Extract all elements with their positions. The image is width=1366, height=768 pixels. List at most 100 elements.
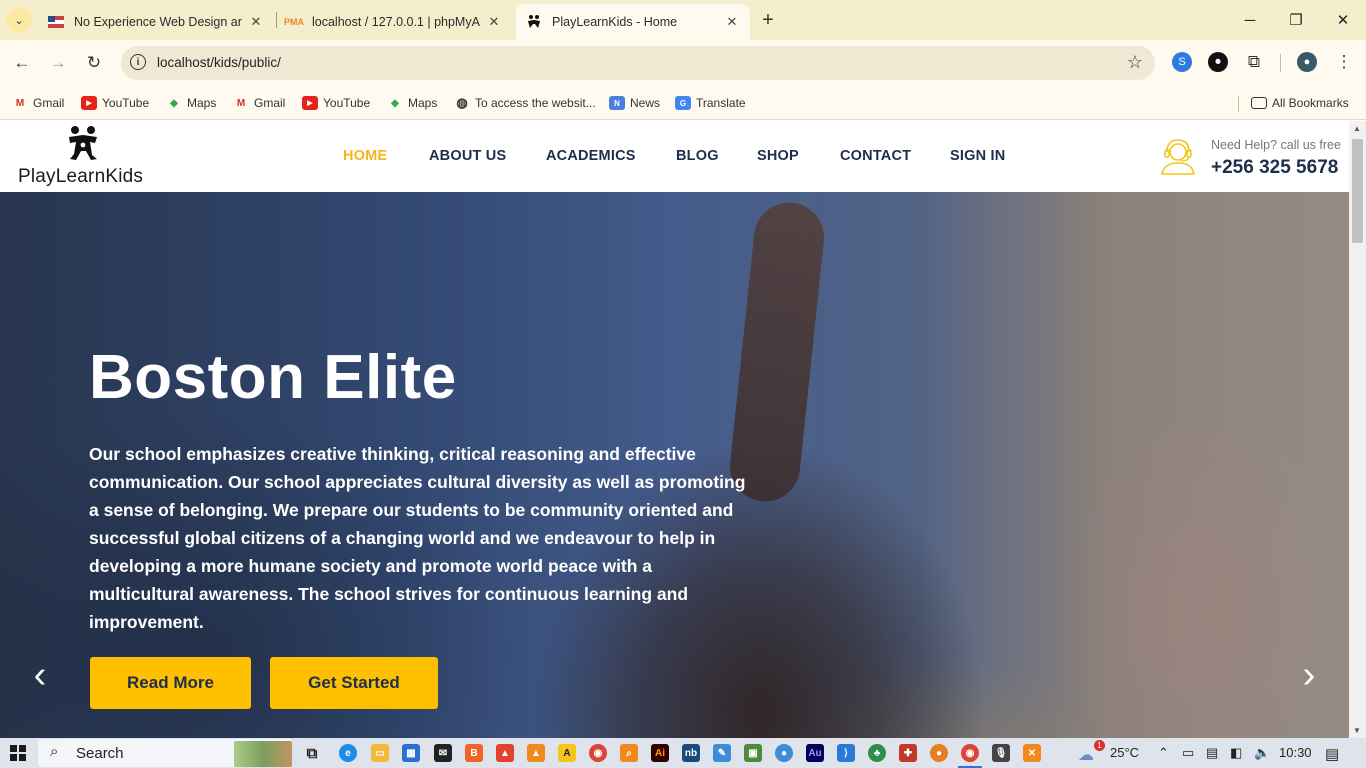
help-phone[interactable]: +256 325 5678 — [1211, 157, 1338, 179]
vlc-icon[interactable]: ▲ — [527, 744, 545, 762]
bookmark-star-icon[interactable]: ☆ — [1127, 52, 1143, 73]
toolbar-separator — [1280, 54, 1281, 72]
chrome-icon[interactable]: ◉ — [589, 744, 607, 762]
site-logo[interactable]: PlayLearnKids — [18, 125, 154, 187]
kids-logo-icon — [69, 126, 97, 160]
app-blue-icon[interactable]: nb — [682, 744, 700, 762]
nav-sign-in[interactable]: SIGN IN — [950, 148, 1005, 164]
profile-avatar-icon[interactable]: ● — [1297, 52, 1317, 72]
page-scrollbar[interactable]: ▲ ▼ — [1349, 121, 1366, 738]
nav-contact[interactable]: CONTACT — [840, 148, 911, 164]
app-orange-icon[interactable]: B — [465, 744, 483, 762]
volume-icon[interactable]: 🔈 — [1254, 745, 1270, 761]
app-red-icon[interactable]: ✚ — [899, 744, 917, 762]
tab-playlearnkids[interactable]: PlayLearnKids - Home ✕ — [516, 4, 750, 40]
all-bookmarks[interactable]: All Bookmarks — [1251, 94, 1349, 112]
nav-blog[interactable]: BLOG — [676, 148, 719, 164]
weather-icon[interactable]: ☁ — [1078, 745, 1094, 765]
address-bar[interactable]: i localhost/kids/public/ ☆ — [121, 46, 1155, 80]
xampp-icon[interactable]: ✕ — [1023, 744, 1041, 762]
bookmark-news[interactable]: N News — [609, 94, 660, 112]
tray-chevron-up-icon[interactable]: ⌃ — [1158, 745, 1169, 761]
tab-web-design[interactable]: No Experience Web Design and ✕ — [38, 4, 274, 40]
read-more-button[interactable]: Read More — [90, 657, 251, 709]
bookmark-gmail-2[interactable]: M Gmail — [233, 94, 286, 112]
tab-search-chevron-icon[interactable]: ⌄ — [6, 7, 32, 33]
store-icon[interactable]: ▦ — [402, 744, 420, 762]
app-leaf-icon[interactable]: ♣ — [868, 744, 886, 762]
youtube-icon: ▶ — [81, 96, 97, 110]
bookmark-label: Maps — [187, 96, 217, 110]
tab-title: No Experience Web Design and — [74, 15, 242, 29]
app-circle-icon[interactable]: ● — [775, 744, 793, 762]
nav-about-us[interactable]: ABOUT US — [429, 148, 506, 164]
brave-icon[interactable]: ▲ — [496, 744, 514, 762]
close-tab-icon[interactable]: ✕ — [486, 14, 502, 30]
close-tab-icon[interactable]: ✕ — [724, 14, 740, 30]
phpmyadmin-favicon-icon: PMA — [284, 17, 304, 27]
minimize-icon[interactable]: ─ — [1238, 8, 1262, 32]
shazam-extension-icon[interactable]: S — [1172, 52, 1192, 72]
edge-icon[interactable]: e — [339, 744, 357, 762]
mail-icon[interactable]: ✉ — [434, 744, 452, 762]
task-view-icon[interactable]: ⧉ — [303, 744, 321, 762]
site-info-icon[interactable]: i — [130, 54, 146, 70]
nav-shop[interactable]: SHOP — [757, 148, 799, 164]
weather-temperature[interactable]: 25°C — [1110, 745, 1139, 760]
app-lightblue-icon[interactable]: ✎ — [713, 744, 731, 762]
chrome-active-icon[interactable]: ◉ — [958, 744, 982, 768]
close-tab-icon[interactable]: ✕ — [248, 14, 264, 30]
get-started-button[interactable]: Get Started — [270, 657, 438, 709]
close-window-icon[interactable]: ✕ — [1331, 8, 1355, 32]
recorder-icon[interactable]: 🎙 — [992, 744, 1010, 762]
notifications-icon[interactable]: ▤ — [1325, 745, 1339, 763]
scroll-up-arrow-icon[interactable]: ▲ — [1353, 124, 1361, 133]
bookmark-maps[interactable]: ◆ Maps — [166, 94, 216, 112]
hero-title: Boston Elite — [89, 343, 457, 412]
search-highlight-image — [234, 741, 292, 767]
taskbar-search[interactable]: ⌕ Search — [38, 739, 292, 767]
bookmark-maps-2[interactable]: ◆ Maps — [387, 94, 437, 112]
illustrator-icon[interactable]: Ai — [651, 744, 669, 762]
search-app-icon[interactable]: ⌕ — [620, 744, 638, 762]
vscode-icon[interactable]: ⟩ — [837, 744, 855, 762]
audition-icon[interactable]: Au — [806, 744, 824, 762]
logo-text: PlayLearnKids — [18, 166, 144, 187]
extension-dark-icon[interactable]: ⏺ — [1208, 52, 1228, 72]
app-green-icon[interactable]: ▣ — [744, 744, 762, 762]
slider-prev-arrow-icon[interactable]: ‹ — [25, 654, 55, 696]
network-icon[interactable]: ▤ — [1206, 745, 1218, 761]
slider-next-arrow-icon[interactable]: › — [1294, 654, 1324, 696]
bookmark-translate[interactable]: G Translate — [675, 94, 746, 112]
bookmark-access-website[interactable]: ◍ To access the websit... — [454, 94, 595, 112]
menu-kebab-icon[interactable]: ⋮ — [1334, 52, 1354, 72]
battery-icon[interactable]: ▭ — [1182, 745, 1194, 761]
tab-phpmyadmin[interactable]: PMA localhost / 127.0.0.1 | phpMyAd ✕ — [276, 4, 512, 40]
scrollbar-thumb[interactable] — [1352, 139, 1363, 243]
bookmark-youtube[interactable]: ▶ YouTube — [81, 94, 149, 112]
all-bookmarks-label: All Bookmarks — [1272, 96, 1349, 110]
windows-start-icon[interactable] — [10, 745, 26, 761]
bookmark-label: YouTube — [323, 96, 371, 110]
clock-time[interactable]: 10:30 — [1279, 745, 1312, 760]
nav-academics[interactable]: ACADEMICS — [546, 148, 636, 164]
app-fire-icon[interactable]: ● — [930, 744, 948, 762]
gmail-icon: M — [236, 97, 246, 109]
url-text[interactable]: localhost/kids/public/ — [157, 55, 281, 70]
new-tab-plus-icon[interactable]: + — [757, 9, 779, 31]
scroll-down-arrow-icon[interactable]: ▼ — [1353, 726, 1361, 735]
help-text: Need Help? call us free — [1211, 138, 1341, 152]
back-arrow-icon[interactable]: ← — [10, 51, 34, 75]
file-explorer-icon[interactable]: ▭ — [371, 744, 389, 762]
bookmark-label: News — [630, 96, 661, 110]
camera-icon[interactable]: ◧ — [1230, 745, 1242, 761]
maps-icon: ◆ — [391, 97, 399, 109]
forward-arrow-icon[interactable]: → — [46, 51, 70, 75]
extensions-puzzle-icon[interactable]: ⧉ — [1244, 52, 1264, 72]
reload-icon[interactable]: ↻ — [82, 51, 106, 75]
nav-home[interactable]: HOME — [343, 148, 387, 164]
bookmark-gmail[interactable]: M Gmail — [12, 94, 65, 112]
bookmark-youtube-2[interactable]: ▶ YouTube — [302, 94, 370, 112]
app-yellow-icon[interactable]: A — [558, 744, 576, 762]
restore-icon[interactable]: ❐ — [1284, 8, 1308, 32]
